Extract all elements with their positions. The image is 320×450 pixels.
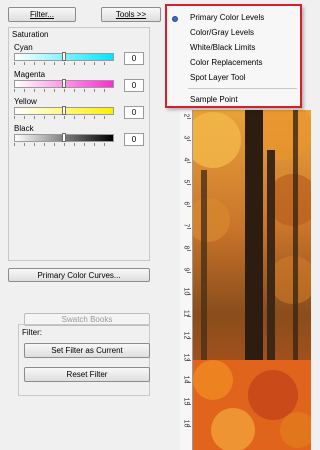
ruler-label: 5 xyxy=(182,179,190,184)
black-value-field[interactable]: 0 xyxy=(124,133,144,146)
saturation-title: Saturation xyxy=(12,30,49,39)
forest-photo xyxy=(193,110,311,450)
menu-item-white-black-limits[interactable]: White/Black Limits xyxy=(190,43,255,52)
vertical-ruler: 2 3 4 5 6 7 8 9 10 11 12 13 14 15 16 xyxy=(180,110,193,450)
yellow-label: Yellow xyxy=(14,97,37,106)
filter-button-label: Filter... xyxy=(29,10,54,19)
filter-button[interactable]: Filter... xyxy=(8,7,76,22)
cyan-slider-ticks xyxy=(14,62,114,65)
menu-item-sample-point[interactable]: Sample Point xyxy=(190,95,238,104)
ruler-label: 6 xyxy=(182,201,190,206)
ruler-label: 16 xyxy=(182,419,190,428)
ruler-label: 9 xyxy=(182,267,190,272)
magenta-label: Magenta xyxy=(14,70,46,79)
magenta-value-field[interactable]: 0 xyxy=(124,79,144,92)
magenta-slider-ticks xyxy=(14,89,114,92)
menu-separator xyxy=(188,88,297,89)
filter-group-title: Filter: xyxy=(22,328,42,337)
black-label: Black xyxy=(14,124,34,133)
radio-check-icon xyxy=(172,16,178,22)
set-filter-current-label: Set Filter as Current xyxy=(51,346,123,355)
menu-item-color-gray-levels[interactable]: Color/Gray Levels xyxy=(190,28,254,37)
ruler-label: 15 xyxy=(182,397,190,406)
black-slider-ticks xyxy=(14,143,114,146)
ruler-label: 7 xyxy=(182,223,190,228)
ruler-label: 14 xyxy=(182,375,190,384)
menu-item-spot-layer-tool[interactable]: Spot Layer Tool xyxy=(190,73,245,82)
yellow-value-field[interactable]: 0 xyxy=(124,106,144,119)
swatch-books-label: Swatch Books xyxy=(61,315,113,324)
magenta-slider-thumb[interactable] xyxy=(62,79,66,88)
reset-filter-button[interactable]: Reset Filter xyxy=(24,367,150,382)
ruler-label: 4 xyxy=(182,157,190,162)
set-filter-current-button[interactable]: Set Filter as Current xyxy=(24,343,150,358)
cyan-slider-thumb[interactable] xyxy=(62,52,66,61)
black-slider-thumb[interactable] xyxy=(62,133,66,142)
tools-dropdown-menu: Primary Color Levels Color/Gray Levels W… xyxy=(165,5,302,108)
menu-item-color-replacements[interactable]: Color Replacements xyxy=(190,58,262,67)
ruler-label: 3 xyxy=(182,135,190,140)
ruler-label: 8 xyxy=(182,245,190,250)
cyan-label: Cyan xyxy=(14,43,33,52)
ruler-label: 13 xyxy=(182,353,190,362)
ruler-label: 2 xyxy=(182,113,190,118)
image-canvas[interactable] xyxy=(193,110,311,450)
cyan-value-field[interactable]: 0 xyxy=(124,52,144,65)
primary-color-curves-button[interactable]: Primary Color Curves... xyxy=(8,268,150,282)
ruler-label: 11 xyxy=(182,309,190,318)
tools-button[interactable]: Tools >> xyxy=(101,7,161,22)
ruler-label: 10 xyxy=(182,287,190,296)
menu-item-primary-color-levels[interactable]: Primary Color Levels xyxy=(190,13,264,22)
primary-color-curves-label: Primary Color Curves... xyxy=(37,271,121,280)
ruler-label: 12 xyxy=(182,331,190,340)
tools-button-label: Tools >> xyxy=(115,10,147,19)
yellow-slider-ticks xyxy=(14,116,114,119)
yellow-slider-thumb[interactable] xyxy=(62,106,66,115)
reset-filter-label: Reset Filter xyxy=(66,370,108,379)
